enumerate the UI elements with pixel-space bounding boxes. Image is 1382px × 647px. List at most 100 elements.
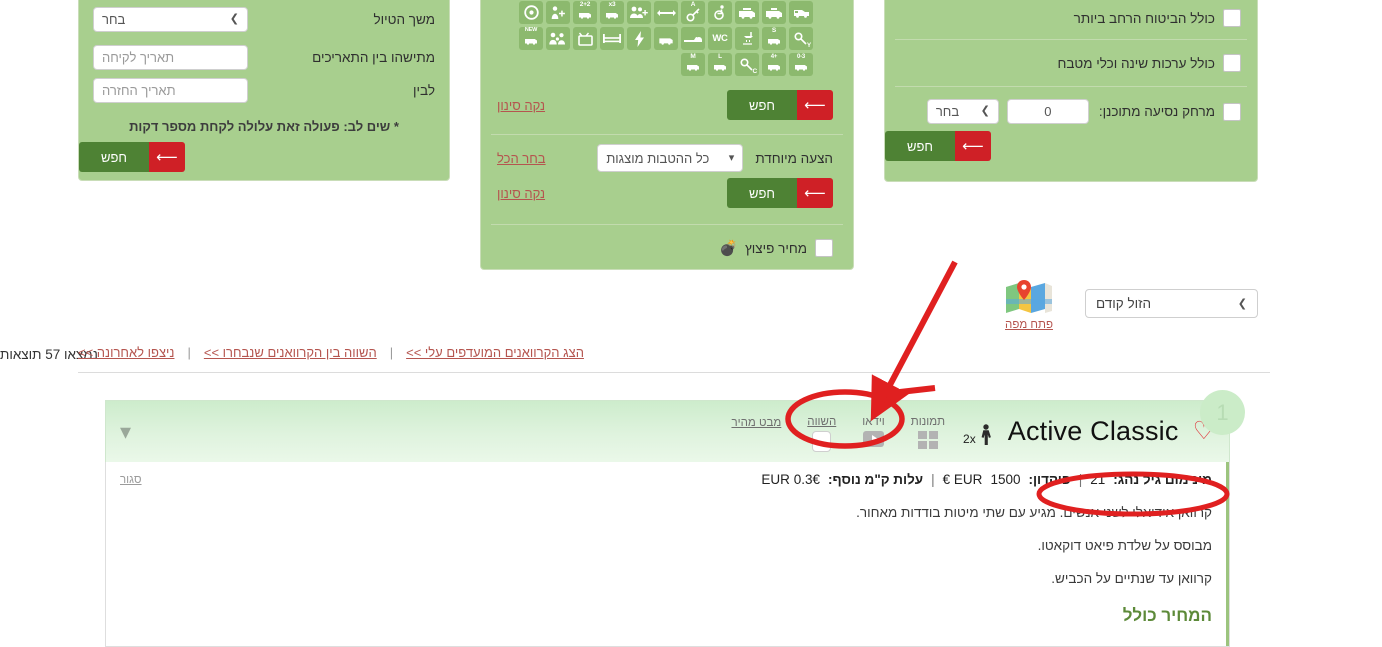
wheelchair-icon[interactable] — [708, 1, 732, 24]
offer-search-button[interactable]: ⟵ חפש — [727, 178, 833, 208]
camper-m-icon[interactable]: M — [681, 53, 705, 76]
special-offer-select[interactable]: ▾ כל ההטבות מוצגות — [597, 144, 744, 172]
card-detail-column: מינימום גיל נהג: 21 | פיקדון: 1500 EUR €… — [221, 462, 1229, 646]
return-date-label: לבין — [413, 83, 435, 98]
tab-compare[interactable]: השווה — [807, 416, 836, 452]
sort-select[interactable]: ❯ הזול קודם — [1085, 289, 1258, 318]
pickup-date-input[interactable]: תאריך לקיחה — [93, 45, 248, 70]
pickup-date-label: מתישהו בין התאריכים — [312, 50, 435, 65]
planned-distance-input[interactable]: 0 — [1006, 99, 1089, 124]
return-date-input[interactable]: תאריך החזרה — [93, 78, 248, 103]
tab-video-label: וידאו — [862, 415, 885, 428]
spec-separator-2: | — [931, 472, 935, 487]
tab-quick-view[interactable]: מבט מהיר — [731, 417, 781, 429]
shower-icon[interactable] — [735, 27, 759, 50]
pet-icon[interactable] — [681, 27, 705, 50]
deposit-currency: EUR € — [942, 472, 983, 487]
select-all-link[interactable]: בחר הכל — [497, 151, 546, 166]
planned-distance-checkbox[interactable] — [1223, 102, 1241, 121]
arrow-left-icon: ⟵ — [148, 142, 185, 172]
key-automatic-icon[interactable]: A — [681, 1, 705, 24]
camper-s-sup: S — [771, 27, 777, 34]
vehicle-result-card: 1 ▾ מבט מהיר השווה וידאו תמונות 2x Activ… — [105, 390, 1245, 647]
people-plus-icon[interactable] — [627, 1, 651, 24]
burst-price-checkbox[interactable] — [815, 239, 833, 257]
gallery-icon[interactable] — [917, 430, 938, 449]
trip-search-button[interactable]: ⟵ חפש — [79, 142, 185, 172]
compare-selected-link[interactable]: השווה בין הקרוואנים שנבחרו >> — [204, 345, 377, 360]
offer-clear-filter-link[interactable]: נקה סינון — [497, 186, 545, 201]
wide-insurance-label: כולל הביטוח הרחב ביותר — [1073, 10, 1215, 26]
price-includes-heading: המחיר כולל — [1122, 606, 1212, 625]
electricity-icon[interactable] — [627, 27, 651, 50]
compare-checkbox[interactable] — [812, 430, 832, 452]
camper-new-icon[interactable]: NEW — [519, 27, 543, 50]
trip-search-label: חפש — [79, 142, 149, 172]
arrow-left-icon: ⟵ — [797, 178, 833, 208]
camper-2plus2-icon[interactable]: 2+2 — [573, 1, 597, 24]
camper-s-icon[interactable]: S — [762, 27, 786, 50]
tab-images-label: תמונות — [910, 415, 946, 428]
open-map-label[interactable]: פתח מפה — [1003, 319, 1055, 331]
van-icon[interactable] — [789, 1, 813, 24]
camper-plus4-icon[interactable]: +4 — [762, 53, 786, 76]
four-by-four-icon[interactable]: 4X4 — [654, 27, 678, 50]
trip-duration-value: בחר — [102, 11, 126, 27]
extras-filter-panel: כולל הביטוח הרחב ביותר כולל ערכות שינה ו… — [884, 0, 1258, 182]
camper-0to3-sup: 0-3 — [796, 54, 806, 60]
camper-l-sup: L — [718, 53, 722, 60]
feature-icon-grid: A x3 2+2 Y S WC 4X4 NEW 0-3 +4 C L M — [481, 1, 833, 76]
features-filter-panel: A x3 2+2 Y S WC 4X4 NEW 0-3 +4 C L M נקה… — [480, 0, 854, 270]
bed-icon[interactable] — [600, 27, 624, 50]
bedding-kitchen-label: כולל ערכות שינה וכלי מטבח — [1057, 55, 1215, 71]
extras-search-label: חפש — [885, 131, 955, 161]
sort-select-value: הזול קודם — [1096, 296, 1152, 311]
steering-wheel-icon[interactable] — [519, 1, 543, 24]
camper-l-icon[interactable]: L — [708, 53, 732, 76]
camper-icon[interactable] — [762, 1, 786, 24]
pickup-date-row: מתישהו בין התאריכים תאריך לקיחה — [79, 41, 449, 74]
return-date-value: תאריך החזרה — [102, 83, 176, 98]
min-age-value: 21 — [1090, 472, 1106, 487]
features-clear-filter-link[interactable]: נקה סינון — [497, 98, 545, 113]
camper-x3-icon[interactable]: x3 — [600, 1, 624, 24]
family-icon[interactable] — [546, 27, 570, 50]
key-young-icon[interactable]: Y — [789, 27, 813, 50]
video-icon[interactable] — [863, 430, 885, 447]
recently-viewed-link[interactable]: ניצפו לאחרונה >> — [78, 345, 174, 360]
close-link[interactable]: סגור — [120, 474, 142, 486]
secondary-nav-links: ניצפו לאחרונה >> | השווה בין הקרוואנים ש… — [78, 345, 1268, 360]
tab-compare-label: השווה — [807, 415, 837, 428]
trip-duration-select[interactable]: ❯ בחר — [93, 6, 248, 32]
show-favorites-link[interactable]: הצג הקרוואנים המועדפים עלי >> — [406, 345, 584, 360]
key-c-icon[interactable]: C — [735, 53, 759, 76]
card-header: 1 ▾ מבט מהיר השווה וידאו תמונות 2x Activ… — [105, 390, 1245, 462]
tab-video[interactable]: וידאו — [862, 416, 885, 447]
wide-insurance-checkbox[interactable] — [1223, 9, 1241, 27]
length-icon[interactable] — [654, 1, 678, 24]
wc-icon[interactable]: WC — [708, 27, 732, 50]
extra-km-value: 0.3€ EUR — [761, 472, 820, 487]
key-young-sup: Y — [806, 41, 811, 49]
distance-unit-select[interactable]: ❯ בחר — [926, 99, 999, 124]
bedding-kitchen-checkbox[interactable] — [1223, 54, 1241, 72]
person-plus-icon[interactable] — [546, 1, 570, 24]
map-pin-icon — [1006, 280, 1052, 313]
description-line-2: מבוסס על שלדת פיאט דוקאטו. — [1037, 538, 1212, 553]
key-c-sup: C — [752, 67, 758, 75]
card-body: סגור מינימום גיל נהג: 21 | פיקדון: 1500 … — [105, 462, 1230, 647]
tv-icon[interactable] — [573, 27, 597, 50]
tab-images[interactable]: תמונות — [911, 416, 945, 449]
camper-plus-icon[interactable] — [735, 1, 759, 24]
description-line-3: קרוואן עד שנתיים על הכביש. — [1051, 571, 1212, 586]
camper-0to3-icon[interactable]: 0-3 — [789, 53, 813, 76]
nav-separator: | — [187, 345, 191, 360]
chevron-down-icon[interactable]: ▾ — [120, 420, 131, 443]
open-map-button[interactable]: פתח מפה — [1003, 280, 1055, 331]
result-index-badge: 1 — [1200, 390, 1245, 435]
features-search-button[interactable]: ⟵ חפש — [727, 90, 833, 120]
deposit-value: 1500 — [990, 472, 1021, 487]
extras-search-button[interactable]: ⟵ חפש — [885, 131, 991, 161]
chevron-down-icon: ❯ — [229, 12, 239, 25]
chevron-down-icon: ❯ — [1237, 298, 1247, 310]
